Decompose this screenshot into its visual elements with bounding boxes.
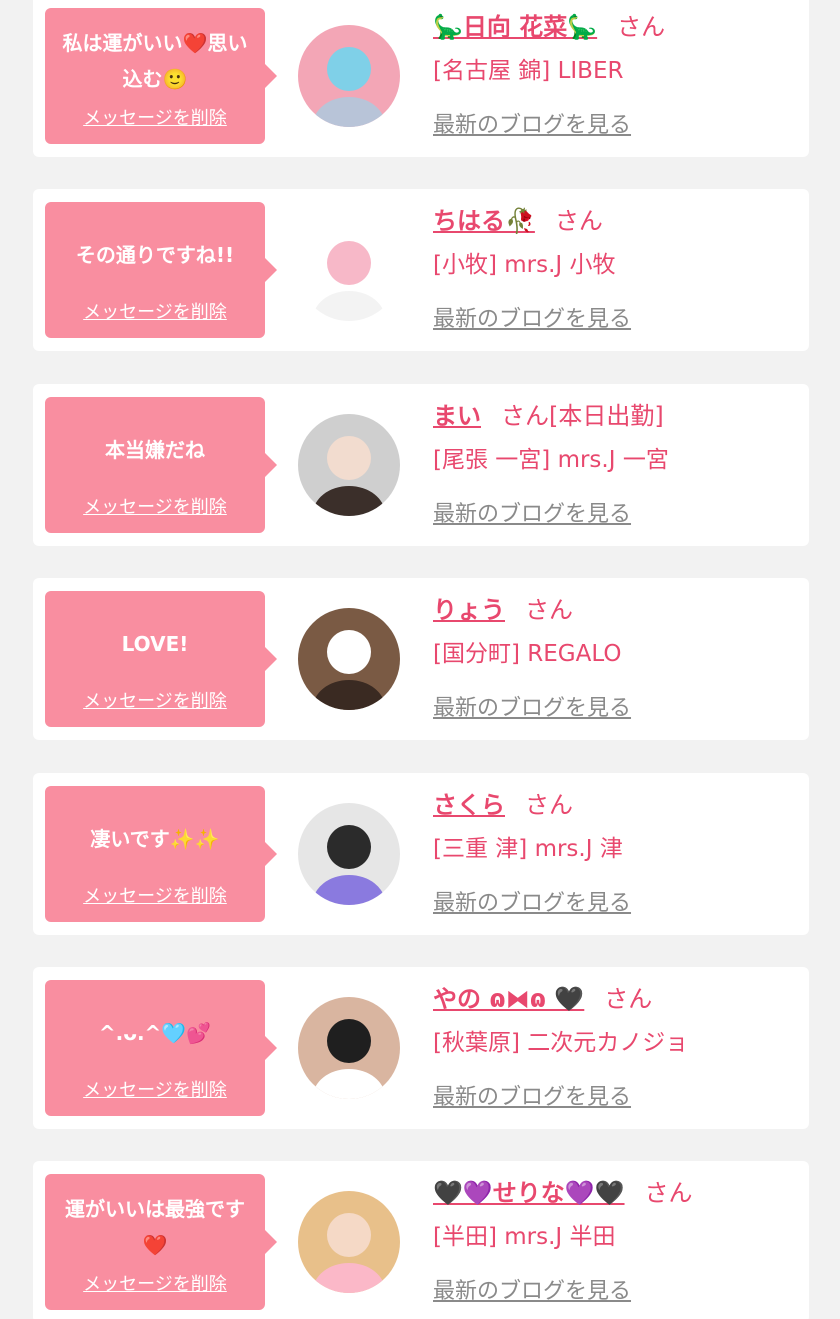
name-suffix: さん — [525, 791, 573, 819]
cast-name-link[interactable]: まい — [433, 402, 481, 430]
shop-label: [秋葉原] 二次元カノジョ — [433, 1030, 689, 1056]
name-line: ちはる🥀 さん — [433, 201, 603, 236]
masked-face-photo-icon — [298, 608, 400, 710]
latest-blog-link[interactable]: 最新のブログを見る — [433, 107, 631, 139]
avatar[interactable] — [298, 608, 400, 710]
message-text: 凄いです✨✨ — [90, 827, 220, 851]
my-melody-plush-icon — [298, 219, 400, 321]
message-text: 本当嫌だね — [105, 438, 205, 462]
cast-name-link[interactable]: やの ɷ⧓ɷ 🖤 — [433, 985, 584, 1013]
avatar-head — [327, 1213, 371, 1257]
cast-name-link[interactable]: りょう — [433, 596, 505, 624]
latest-blog-link[interactable]: 最新のブログを見る — [433, 301, 631, 333]
shop-label: [半田] mrs.J 半田 — [433, 1224, 616, 1250]
shop-label: [小牧] mrs.J 小牧 — [433, 252, 616, 278]
message-bubble: 運がいいは最強です❤️ メッセージを削除 — [45, 1174, 277, 1310]
latest-blog-link[interactable]: 最新のブログを見る — [433, 1273, 631, 1305]
avatar-head — [327, 825, 371, 869]
delete-message-link[interactable]: メッセージを削除 — [83, 1076, 227, 1102]
latest-blog-link[interactable]: 最新のブログを見る — [433, 885, 631, 917]
cast-info: まい さん[本日出勤] [尾張 一宮] mrs.J 一宮 最新のブログを見る — [433, 384, 803, 546]
delete-message-link[interactable]: メッセージを削除 — [83, 104, 227, 130]
shop-label: [尾張 一宮] mrs.J 一宮 — [433, 447, 669, 473]
message-text: 私は運がいい❤️思い込む🙂 — [62, 31, 248, 91]
maid-girl-photo-icon — [298, 997, 400, 1099]
delete-message-link[interactable]: メッセージを削除 — [83, 882, 227, 908]
cast-info: 🦕日向 花菜🦕 さん [名古屋 錦] LIBER 最新のブログを見る — [433, 0, 803, 157]
blonde-woman-photo-icon — [298, 1191, 400, 1293]
cast-info: さくら さん [三重 津] mrs.J 津 最新のブログを見る — [433, 773, 803, 935]
avatar-head — [327, 1019, 371, 1063]
avatar[interactable] — [298, 997, 400, 1099]
cast-info: ちはる🥀 さん [小牧] mrs.J 小牧 最新のブログを見る — [433, 189, 803, 351]
delete-message-link[interactable]: メッセージを削除 — [83, 687, 227, 713]
cast-card: ^.ᴗ.^🩵💕 メッセージを削除 やの ɷ⧓ɷ 🖤 さん [秋葉原] 二次元カノジ… — [33, 967, 809, 1129]
name-line: まい さん[本日出勤] — [433, 396, 664, 431]
ball-pit-photo-icon — [298, 25, 400, 127]
cast-card: 凄いです✨✨ メッセージを削除 さくら さん [三重 津] mrs.J 津 最新の… — [33, 773, 809, 935]
message-bubble: 本当嫌だね メッセージを削除 — [45, 397, 277, 533]
message-text: ^.ᴗ.^🩵💕 — [98, 1021, 212, 1045]
name-line: 🖤💜せりな💜🖤 さん — [433, 1173, 693, 1208]
name-suffix: さん — [554, 207, 603, 235]
cast-name-link[interactable]: ちはる🥀 — [433, 207, 535, 235]
name-suffix: さん[本日出勤] — [501, 402, 664, 430]
cast-name-link[interactable]: 🖤💜せりな💜🖤 — [433, 1179, 625, 1207]
cast-card: LOVE! メッセージを削除 りょう さん [国分町] REGALO 最新のブログ… — [33, 578, 809, 740]
cast-name-link[interactable]: さくら — [433, 791, 505, 819]
shop-label: [三重 津] mrs.J 津 — [433, 836, 623, 862]
butterfly-selfie-photo-icon — [298, 803, 400, 905]
message-text: LOVE! — [121, 632, 189, 656]
name-line: 🦕日向 花菜🦕 さん — [433, 7, 665, 42]
avatar-head — [327, 436, 371, 480]
latest-blog-link[interactable]: 最新のブログを見る — [433, 496, 631, 528]
message-bubble: 私は運がいい❤️思い込む🙂 メッセージを削除 — [45, 8, 277, 144]
latest-blog-link[interactable]: 最新のブログを見る — [433, 1079, 631, 1111]
message-bubble: その通りですね!! メッセージを削除 — [45, 202, 277, 338]
avatar[interactable] — [298, 219, 400, 321]
favorite-cast-list: 私は運がいい❤️思い込む🙂 メッセージを削除 🦕日向 花菜🦕 さん [名古屋 錦]… — [0, 0, 840, 1319]
cast-card: その通りですね!! メッセージを削除 ちはる🥀 さん [小牧] mrs.J 小牧 … — [33, 189, 809, 351]
delete-message-link[interactable]: メッセージを削除 — [83, 298, 227, 324]
avatar[interactable] — [298, 803, 400, 905]
name-line: りょう さん — [433, 590, 573, 625]
avatar[interactable] — [298, 414, 400, 516]
avatar-head — [327, 47, 371, 91]
avatar[interactable] — [298, 25, 400, 127]
cast-card: 私は運がいい❤️思い込む🙂 メッセージを削除 🦕日向 花菜🦕 さん [名古屋 錦]… — [33, 0, 809, 157]
cast-info: 🖤💜せりな💜🖤 さん [半田] mrs.J 半田 最新のブログを見る — [433, 1161, 803, 1319]
delete-message-link[interactable]: メッセージを削除 — [83, 1270, 227, 1296]
shop-label: [国分町] REGALO — [433, 641, 622, 667]
avatar-head — [327, 630, 371, 674]
name-suffix: さん — [604, 985, 653, 1013]
latest-blog-link[interactable]: 最新のブログを見る — [433, 690, 631, 722]
name-suffix: さん — [617, 13, 666, 41]
message-bubble: LOVE! メッセージを削除 — [45, 591, 277, 727]
cast-name-link[interactable]: 🦕日向 花菜🦕 — [433, 13, 597, 41]
message-text: 運がいいは最強です❤️ — [65, 1197, 245, 1257]
avatar-head — [327, 241, 371, 285]
cast-card: 本当嫌だね メッセージを削除 まい さん[本日出勤] [尾張 一宮] mrs.J … — [33, 384, 809, 546]
name-suffix: さん — [644, 1179, 693, 1207]
shop-label: [名古屋 錦] LIBER — [433, 58, 624, 84]
cast-info: りょう さん [国分町] REGALO 最新のブログを見る — [433, 578, 803, 740]
cast-info: やの ɷ⧓ɷ 🖤 さん [秋葉原] 二次元カノジョ 最新のブログを見る — [433, 967, 803, 1129]
woman-selfie-photo-icon — [298, 414, 400, 516]
cast-card: 運がいいは最強です❤️ メッセージを削除 🖤💜せりな💜🖤 さん [半田] mrs.… — [33, 1161, 809, 1319]
name-line: やの ɷ⧓ɷ 🖤 さん — [433, 979, 652, 1014]
message-bubble: 凄いです✨✨ メッセージを削除 — [45, 786, 277, 922]
message-text: その通りですね!! — [75, 243, 235, 267]
name-suffix: さん — [525, 596, 573, 624]
avatar[interactable] — [298, 1191, 400, 1293]
name-line: さくら さん — [433, 785, 573, 820]
message-bubble: ^.ᴗ.^🩵💕 メッセージを削除 — [45, 980, 277, 1116]
delete-message-link[interactable]: メッセージを削除 — [83, 493, 227, 519]
